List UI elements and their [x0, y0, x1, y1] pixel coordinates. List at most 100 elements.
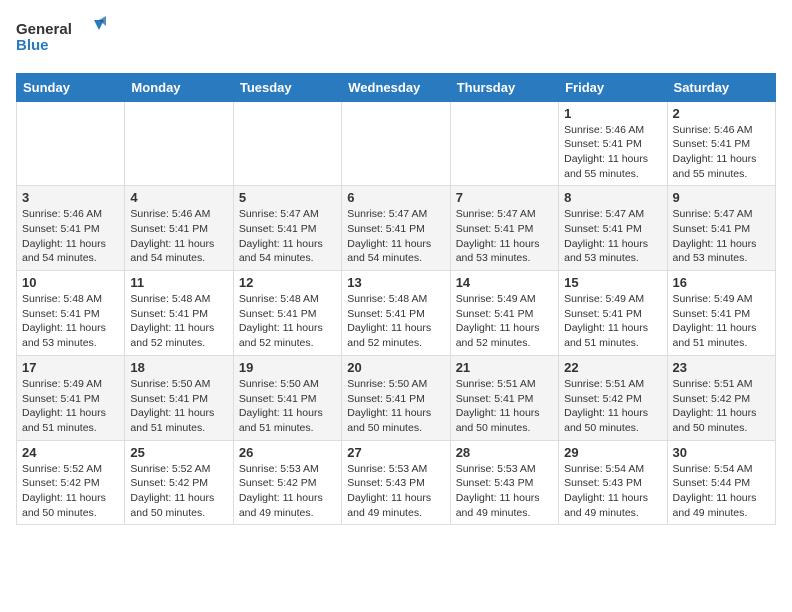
- cell-info: Sunrise: 5:53 AM Sunset: 5:42 PM Dayligh…: [239, 462, 336, 521]
- cell-info: Sunrise: 5:49 AM Sunset: 5:41 PM Dayligh…: [564, 292, 661, 351]
- calendar-cell: 11 Sunrise: 5:48 AM Sunset: 5:41 PM Dayli…: [125, 271, 233, 356]
- cell-info: Sunrise: 5:49 AM Sunset: 5:41 PM Dayligh…: [456, 292, 553, 351]
- cell-info: Sunrise: 5:46 AM Sunset: 5:41 PM Dayligh…: [564, 123, 661, 182]
- cell-info: Sunrise: 5:50 AM Sunset: 5:41 PM Dayligh…: [239, 377, 336, 436]
- cell-info: Sunrise: 5:48 AM Sunset: 5:41 PM Dayligh…: [239, 292, 336, 351]
- calendar-cell: [17, 101, 125, 186]
- cell-date-number: 22: [564, 360, 661, 375]
- cell-info: Sunrise: 5:54 AM Sunset: 5:44 PM Dayligh…: [673, 462, 770, 521]
- cell-info: Sunrise: 5:49 AM Sunset: 5:41 PM Dayligh…: [22, 377, 119, 436]
- cell-date-number: 18: [130, 360, 227, 375]
- calendar-header: SundayMondayTuesdayWednesdayThursdayFrid…: [17, 73, 776, 101]
- week-row-5: 24 Sunrise: 5:52 AM Sunset: 5:42 PM Dayli…: [17, 440, 776, 525]
- calendar-cell: 6 Sunrise: 5:47 AM Sunset: 5:41 PM Daylig…: [342, 186, 450, 271]
- cell-date-number: 26: [239, 445, 336, 460]
- cell-info: Sunrise: 5:54 AM Sunset: 5:43 PM Dayligh…: [564, 462, 661, 521]
- header-day-sunday: Sunday: [17, 73, 125, 101]
- calendar-cell: 25 Sunrise: 5:52 AM Sunset: 5:42 PM Dayli…: [125, 440, 233, 525]
- header-day-monday: Monday: [125, 73, 233, 101]
- calendar-cell: 14 Sunrise: 5:49 AM Sunset: 5:41 PM Dayli…: [450, 271, 558, 356]
- cell-date-number: 9: [673, 190, 770, 205]
- cell-info: Sunrise: 5:51 AM Sunset: 5:42 PM Dayligh…: [673, 377, 770, 436]
- cell-info: Sunrise: 5:46 AM Sunset: 5:41 PM Dayligh…: [130, 207, 227, 266]
- calendar-cell: 17 Sunrise: 5:49 AM Sunset: 5:41 PM Dayli…: [17, 355, 125, 440]
- calendar-cell: 15Sunrise: 5:49 AM Sunset: 5:41 PM Dayli…: [559, 271, 667, 356]
- cell-info: Sunrise: 5:52 AM Sunset: 5:42 PM Dayligh…: [130, 462, 227, 521]
- header-row: SundayMondayTuesdayWednesdayThursdayFrid…: [17, 73, 776, 101]
- cell-date-number: 8: [564, 190, 661, 205]
- calendar-cell: 2Sunrise: 5:46 AM Sunset: 5:41 PM Daylig…: [667, 101, 775, 186]
- svg-text:Blue: Blue: [16, 37, 49, 54]
- cell-info: Sunrise: 5:48 AM Sunset: 5:41 PM Dayligh…: [130, 292, 227, 351]
- calendar-cell: 1 Sunrise: 5:46 AM Sunset: 5:41 PM Daylig…: [559, 101, 667, 186]
- cell-date-number: 20: [347, 360, 444, 375]
- calendar-cell: 23 Sunrise: 5:51 AM Sunset: 5:42 PM Dayli…: [667, 355, 775, 440]
- calendar-cell: 19 Sunrise: 5:50 AM Sunset: 5:41 PM Dayli…: [233, 355, 341, 440]
- calendar-cell: 28Sunrise: 5:53 AM Sunset: 5:43 PM Dayli…: [450, 440, 558, 525]
- calendar-cell: 27 Sunrise: 5:53 AM Sunset: 5:43 PM Dayli…: [342, 440, 450, 525]
- cell-info: Sunrise: 5:47 AM Sunset: 5:41 PM Dayligh…: [347, 207, 444, 266]
- cell-info: Sunrise: 5:52 AM Sunset: 5:42 PM Dayligh…: [22, 462, 119, 521]
- header-day-saturday: Saturday: [667, 73, 775, 101]
- calendar-cell: 24 Sunrise: 5:52 AM Sunset: 5:42 PM Dayli…: [17, 440, 125, 525]
- svg-text:General: General: [16, 21, 72, 38]
- cell-info: Sunrise: 5:51 AM Sunset: 5:41 PM Dayligh…: [456, 377, 553, 436]
- calendar-cell: 9 Sunrise: 5:47 AM Sunset: 5:41 PM Daylig…: [667, 186, 775, 271]
- cell-date-number: 28: [456, 445, 553, 460]
- calendar-cell: 20 Sunrise: 5:50 AM Sunset: 5:41 PM Dayli…: [342, 355, 450, 440]
- cell-info: Sunrise: 5:51 AM Sunset: 5:42 PM Dayligh…: [564, 377, 661, 436]
- calendar-table: SundayMondayTuesdayWednesdayThursdayFrid…: [16, 73, 776, 526]
- header-day-wednesday: Wednesday: [342, 73, 450, 101]
- cell-date-number: 7: [456, 190, 553, 205]
- calendar-cell: 8Sunrise: 5:47 AM Sunset: 5:41 PM Daylig…: [559, 186, 667, 271]
- calendar-cell: [342, 101, 450, 186]
- cell-date-number: 21: [456, 360, 553, 375]
- cell-date-number: 24: [22, 445, 119, 460]
- cell-info: Sunrise: 5:48 AM Sunset: 5:41 PM Dayligh…: [22, 292, 119, 351]
- calendar-cell: 3Sunrise: 5:46 AM Sunset: 5:41 PM Daylig…: [17, 186, 125, 271]
- cell-info: Sunrise: 5:47 AM Sunset: 5:41 PM Dayligh…: [673, 207, 770, 266]
- calendar-cell: 22 Sunrise: 5:51 AM Sunset: 5:42 PM Dayli…: [559, 355, 667, 440]
- cell-info: Sunrise: 5:50 AM Sunset: 5:41 PM Dayligh…: [347, 377, 444, 436]
- week-row-3: 10 Sunrise: 5:48 AM Sunset: 5:41 PM Dayli…: [17, 271, 776, 356]
- calendar-cell: 5 Sunrise: 5:47 AM Sunset: 5:41 PM Daylig…: [233, 186, 341, 271]
- cell-date-number: 25: [130, 445, 227, 460]
- cell-date-number: 14: [456, 275, 553, 290]
- week-row-2: 3Sunrise: 5:46 AM Sunset: 5:41 PM Daylig…: [17, 186, 776, 271]
- header-day-tuesday: Tuesday: [233, 73, 341, 101]
- cell-info: Sunrise: 5:46 AM Sunset: 5:41 PM Dayligh…: [22, 207, 119, 266]
- calendar-cell: 12 Sunrise: 5:48 AM Sunset: 5:41 PM Dayli…: [233, 271, 341, 356]
- calendar-cell: [450, 101, 558, 186]
- calendar-cell: 13 Sunrise: 5:48 AM Sunset: 5:41 PM Dayli…: [342, 271, 450, 356]
- cell-info: Sunrise: 5:48 AM Sunset: 5:41 PM Dayligh…: [347, 292, 444, 351]
- calendar-cell: 18 Sunrise: 5:50 AM Sunset: 5:41 PM Dayli…: [125, 355, 233, 440]
- cell-date-number: 23: [673, 360, 770, 375]
- cell-info: Sunrise: 5:46 AM Sunset: 5:41 PM Dayligh…: [673, 123, 770, 182]
- calendar-cell: 21 Sunrise: 5:51 AM Sunset: 5:41 PM Dayli…: [450, 355, 558, 440]
- cell-date-number: 12: [239, 275, 336, 290]
- calendar-body: 1 Sunrise: 5:46 AM Sunset: 5:41 PM Daylig…: [17, 101, 776, 525]
- cell-date-number: 27: [347, 445, 444, 460]
- calendar-cell: 7Sunrise: 5:47 AM Sunset: 5:41 PM Daylig…: [450, 186, 558, 271]
- cell-info: Sunrise: 5:53 AM Sunset: 5:43 PM Dayligh…: [347, 462, 444, 521]
- header-day-friday: Friday: [559, 73, 667, 101]
- calendar-cell: [233, 101, 341, 186]
- cell-date-number: 5: [239, 190, 336, 205]
- cell-date-number: 30: [673, 445, 770, 460]
- calendar-cell: 30 Sunrise: 5:54 AM Sunset: 5:44 PM Dayli…: [667, 440, 775, 525]
- cell-date-number: 1: [564, 106, 661, 121]
- cell-date-number: 6: [347, 190, 444, 205]
- cell-date-number: 13: [347, 275, 444, 290]
- cell-info: Sunrise: 5:50 AM Sunset: 5:41 PM Dayligh…: [130, 377, 227, 436]
- cell-date-number: 17: [22, 360, 119, 375]
- cell-date-number: 10: [22, 275, 119, 290]
- cell-info: Sunrise: 5:47 AM Sunset: 5:41 PM Dayligh…: [239, 207, 336, 266]
- logo: General Blue: [16, 16, 106, 61]
- cell-date-number: 19: [239, 360, 336, 375]
- calendar-cell: [125, 101, 233, 186]
- week-row-4: 17 Sunrise: 5:49 AM Sunset: 5:41 PM Dayli…: [17, 355, 776, 440]
- calendar-cell: 26 Sunrise: 5:53 AM Sunset: 5:42 PM Dayli…: [233, 440, 341, 525]
- cell-date-number: 11: [130, 275, 227, 290]
- cell-date-number: 16: [673, 275, 770, 290]
- header-day-thursday: Thursday: [450, 73, 558, 101]
